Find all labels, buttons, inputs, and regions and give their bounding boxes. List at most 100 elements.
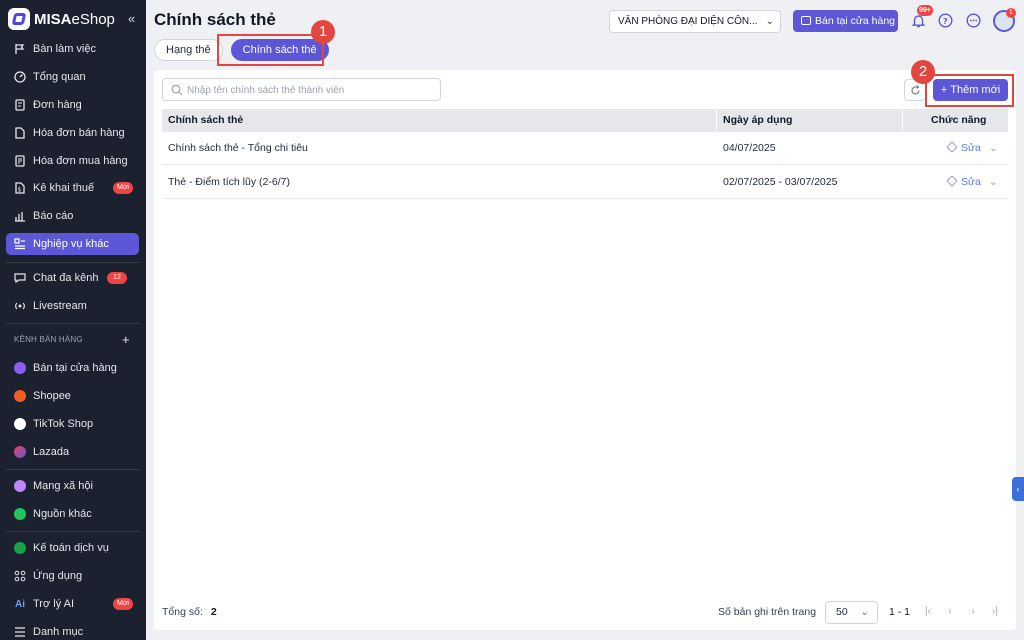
- brand-name-bold: MISA: [34, 10, 72, 28]
- chat-icon: [14, 272, 26, 284]
- purchase-invoice-icon: [14, 155, 26, 167]
- catalog-icon: [14, 626, 26, 638]
- order-icon: [14, 99, 26, 111]
- apply-date: 02/07/2025 - 03/07/2025: [723, 176, 838, 188]
- other-source-icon: [14, 508, 26, 520]
- tiktok-icon: [14, 418, 26, 430]
- sidebar-item-label: Nguồn khác: [33, 508, 92, 520]
- sidebar-item-label: Hóa đơn mua hàng: [33, 155, 128, 167]
- collapse-sidebar-icon[interactable]: «: [128, 11, 135, 26]
- new-badge: Mới: [113, 598, 133, 610]
- edit-button[interactable]: Sửa ⌄: [946, 132, 998, 165]
- sidebar-item-nghiep-vu-khac[interactable]: Nghiệp vụ khác: [6, 233, 139, 255]
- report-icon: [14, 210, 26, 222]
- per-page-value: 50: [836, 606, 848, 618]
- column-divider: [902, 109, 903, 132]
- sidebar-item-label: TikTok Shop: [33, 418, 94, 430]
- tax-icon: $: [14, 182, 26, 194]
- invoice-icon: [14, 127, 26, 139]
- chevron-down-icon[interactable]: ⌄: [989, 142, 998, 154]
- sidebar-item-ung-dung[interactable]: Ứng dụng: [6, 565, 139, 587]
- sidebar-item-tong-quan[interactable]: Tổng quan: [6, 66, 139, 88]
- list-icon: [14, 238, 26, 250]
- table-header: Chính sách thẻ Ngày áp dụng Chức năng: [162, 109, 1008, 132]
- next-page-button[interactable]: ›: [966, 603, 980, 621]
- page-title: Chính sách thẻ: [154, 10, 276, 29]
- sidebar-item-label: Trợ lý AI: [33, 598, 75, 610]
- pos-button[interactable]: Bán tại cửa hàng: [793, 10, 898, 32]
- sidebar-item-label: Nghiệp vụ khác: [33, 238, 109, 250]
- per-page-select[interactable]: 50 ⌄: [825, 601, 878, 624]
- first-page-button[interactable]: |‹: [921, 603, 935, 621]
- sidebar-item-tro-ly-ai[interactable]: Ai Trợ lý AI Mới: [6, 593, 139, 615]
- pos-button-label: Bán tại cửa hàng: [815, 15, 896, 27]
- chevron-down-icon[interactable]: ⌄: [989, 176, 998, 188]
- branch-select-value: VĂN PHÒNG ĐẠI DIỆN CÔN...: [618, 16, 758, 27]
- sidebar-item-don-hang[interactable]: Đơn hàng: [6, 94, 139, 116]
- sidebar-divider: [6, 262, 140, 263]
- shopping-bag-icon: [801, 16, 811, 25]
- help-icon[interactable]: ?: [938, 13, 953, 28]
- branch-select[interactable]: VĂN PHÒNG ĐẠI DIỆN CÔN... ⌄: [609, 10, 781, 33]
- brand-logo[interactable]: MISAeShop: [8, 8, 115, 30]
- sidebar-item-ban-lam-viec[interactable]: Bàn làm việc: [6, 38, 139, 60]
- shopee-icon: [14, 390, 26, 402]
- sidebar-item-label: Danh mục: [33, 626, 84, 638]
- sidebar-item-ke-khai-thue[interactable]: $ Kê khai thuế Mới: [6, 177, 139, 199]
- table-row[interactable]: Thẻ - Điểm tích lũy (2-6/7) 02/07/2025 -…: [162, 166, 1008, 199]
- sidebar-item-label: Mạng xã hội: [33, 480, 93, 492]
- column-header-actions: Chức năng: [931, 114, 987, 126]
- callout-number-2: 2: [911, 60, 935, 84]
- sidebar-item-lazada[interactable]: Lazada: [6, 441, 139, 463]
- sidebar-item-chat-da-kenh[interactable]: Chat đa kênh 12: [6, 267, 139, 289]
- sidebar-item-livestream[interactable]: Livestream: [6, 295, 139, 317]
- total-value: 2: [210, 606, 217, 618]
- side-panel-toggle[interactable]: ‹: [1012, 477, 1024, 501]
- callout-highlight-1: [217, 34, 324, 66]
- callout-number-1: 1: [311, 20, 335, 44]
- ai-assistant-icon: Ai: [15, 598, 25, 610]
- dashboard-icon: [14, 71, 26, 83]
- sidebar-item-label: Báo cáo: [33, 210, 74, 222]
- add-channel-button[interactable]: +: [122, 332, 130, 347]
- desk-icon: [14, 43, 26, 55]
- sidebar-item-label: Shopee: [33, 390, 71, 402]
- per-page-label: Số bản ghi trên trang: [718, 606, 817, 618]
- sidebar-divider: [6, 323, 140, 324]
- apps-icon: [14, 570, 26, 582]
- apply-date: 04/07/2025: [723, 142, 776, 154]
- chevron-down-icon: ⌄: [765, 16, 774, 27]
- pencil-icon: [946, 175, 958, 187]
- sidebar-item-label: Lazada: [33, 446, 70, 458]
- search-input[interactable]: [187, 82, 435, 98]
- sidebar-item-mang-xa-hoi[interactable]: Mạng xã hội: [6, 475, 139, 497]
- sidebar-divider: [6, 531, 140, 532]
- sidebar-item-bao-cao[interactable]: Báo cáo: [6, 205, 139, 227]
- sidebar-item-danh-muc[interactable]: Danh mục: [6, 621, 139, 640]
- sidebar-item-label: Tổng quan: [33, 71, 86, 83]
- sidebar-item-hoa-don-mua-hang[interactable]: Hóa đơn mua hàng: [6, 150, 139, 172]
- edit-label: Sửa: [961, 142, 981, 154]
- chat-count-badge: 12: [107, 272, 127, 284]
- policy-name: Thẻ - Điểm tích lũy (2-6/7): [168, 176, 290, 188]
- sidebar-item-ban-tai-cua-hang[interactable]: Bán tại cửa hàng: [6, 357, 139, 379]
- sidebar-item-tiktok-shop[interactable]: TikTok Shop: [6, 413, 139, 435]
- sidebar-item-nguon-khac[interactable]: Nguồn khác: [6, 503, 139, 525]
- search-box[interactable]: [162, 78, 441, 101]
- tab-hang-the[interactable]: Hạng thẻ: [154, 39, 223, 61]
- sidebar-divider: [6, 469, 140, 470]
- notification-badge: 99+: [917, 5, 933, 16]
- misa-logo-icon: [8, 8, 30, 30]
- sidebar-item-shopee[interactable]: Shopee: [6, 385, 139, 407]
- table-row[interactable]: Chính sách thẻ - Tổng chi tiêu 04/07/202…: [162, 132, 1008, 165]
- more-icon[interactable]: [966, 13, 981, 28]
- sidebar-item-hoa-don-ban-hang[interactable]: Hóa đơn bán hàng: [6, 122, 139, 144]
- last-page-button[interactable]: ›|: [988, 603, 1002, 621]
- edit-button[interactable]: Sửa ⌄: [946, 166, 998, 199]
- lazada-icon: [14, 446, 26, 458]
- accounting-icon: [14, 542, 26, 554]
- sidebar: MISAeShop « Bàn làm việc Tổng quan Đơn h…: [0, 0, 146, 640]
- prev-page-button[interactable]: ‹: [943, 603, 957, 621]
- sidebar-item-ke-toan-dich-vu[interactable]: Kế toán dịch vụ: [6, 537, 139, 559]
- search-icon: [171, 84, 183, 96]
